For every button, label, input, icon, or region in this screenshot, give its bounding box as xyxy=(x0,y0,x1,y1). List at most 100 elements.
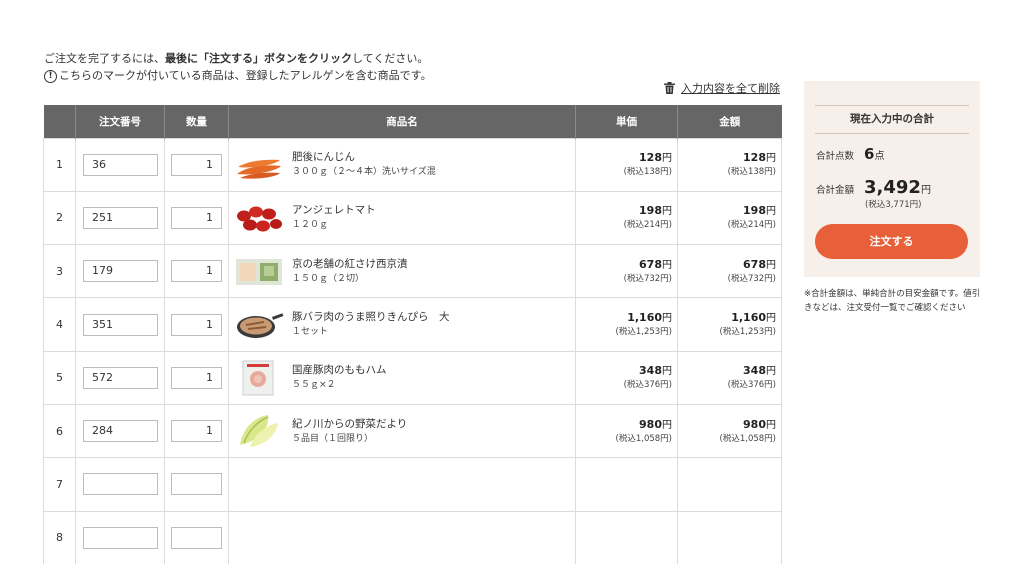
row-number: 2 xyxy=(43,190,76,246)
amount-cell-empty xyxy=(677,510,782,564)
unit-price: 1,160 xyxy=(627,311,662,325)
col-header-amount: 金額 xyxy=(677,105,782,138)
amount-tax: (税込376円) xyxy=(727,380,776,391)
row-number: 6 xyxy=(43,403,76,459)
order-code-input[interactable]: 179 xyxy=(83,260,158,283)
total-amount-tax: (税込3,771円) xyxy=(865,200,922,210)
unit-price-cell: 348円 (税込376円) xyxy=(575,350,678,405)
order-code-input[interactable]: 36 xyxy=(83,153,158,176)
unit-price-cell: 198円 (税込214円) xyxy=(575,190,678,246)
quantity-input[interactable] xyxy=(171,473,222,496)
unit-price-tax: (税込138円) xyxy=(623,167,672,178)
yen-label: 円 xyxy=(662,366,672,378)
order-code-input[interactable]: 251 xyxy=(83,206,158,229)
product-name: 肥後にんじん xyxy=(292,151,355,164)
unit-price-cell-empty xyxy=(575,510,678,564)
unit-price-cell: 1,160円 (税込1,253円) xyxy=(575,297,678,352)
amount-cell: 128円 (税込138円) xyxy=(677,137,782,192)
unit-price-tax: (税込1,058円) xyxy=(615,433,672,444)
product-cell: 国産豚肉のももハム ５５ｇ×２ xyxy=(229,358,575,398)
product-image-carrot xyxy=(234,145,284,185)
product-desc: ５品目（１回限り） xyxy=(292,433,374,444)
total-amount-unit: 円 xyxy=(920,185,931,196)
unit-price-tax: (税込732円) xyxy=(623,273,672,284)
unit-price: 980 xyxy=(639,417,662,431)
unit-price-tax: (税込376円) xyxy=(623,380,672,391)
order-code-input[interactable]: 284 xyxy=(83,420,158,443)
table-row: 6 284 1 紀ノ川からの野菜だより ５品目（１回限り） 980円 (税込1,05… xyxy=(43,403,782,459)
product-cell: 京の老舗の紅さけ西京漬 １５０ｇ（２切） xyxy=(229,251,575,291)
order-code-input[interactable] xyxy=(83,473,158,496)
amount-tax: (税込1,058円) xyxy=(719,433,776,444)
unit-price-cell: 128円 (税込138円) xyxy=(575,137,678,192)
amount-cell: 678円 (税込732円) xyxy=(677,244,782,299)
notice-line-1: ご注文を完了するには、最後に「注文する」ボタンをクリックしてください。 xyxy=(44,51,432,67)
total-count-label: 合計点数 xyxy=(816,151,855,162)
amount-cell: 198円 (税込214円) xyxy=(677,190,782,246)
unit-price: 348 xyxy=(639,364,662,378)
row-number: 4 xyxy=(43,297,76,352)
amount: 128 xyxy=(743,151,766,165)
row-number: 3 xyxy=(43,244,76,299)
quantity-input[interactable]: 1 xyxy=(171,206,222,229)
summary-title: 現在入力中の合計 xyxy=(815,105,969,134)
amount-cell: 980円 (税込1,058円) xyxy=(677,403,782,459)
quantity-input[interactable] xyxy=(171,526,222,549)
table-header-row: 注文番号 数量 商品名 単価 金額 xyxy=(43,105,782,138)
notice-emphasis: 最後に「注文する」ボタンをクリック xyxy=(165,52,352,65)
quantity-input[interactable]: 1 xyxy=(171,420,222,443)
table-row: 8 xyxy=(43,510,782,564)
product-cell: 紀ノ川からの野菜だより ５品目（１回限り） xyxy=(229,411,575,451)
yen-label: 円 xyxy=(662,313,672,325)
yen-label: 円 xyxy=(662,259,672,271)
order-code-input[interactable]: 351 xyxy=(83,313,158,336)
yen-label: 円 xyxy=(766,419,776,431)
table-row: 5 572 1 国産豚肉のももハム ５５ｇ×２ 348円 (税込376円) 348円… xyxy=(43,350,782,405)
unit-price: 678 xyxy=(639,257,662,271)
col-header-unit-price: 単価 xyxy=(575,105,678,138)
unit-price-cell: 980円 (税込1,058円) xyxy=(575,403,678,459)
amount-tax: (税込138円) xyxy=(727,167,776,178)
total-note: ※合計金額は、単純合計の目安金額です。値引きなどは、注文受付一覧でご確認ください xyxy=(804,289,981,313)
row-number: 7 xyxy=(43,457,76,512)
quantity-input[interactable]: 1 xyxy=(171,366,222,389)
amount: 348 xyxy=(743,364,766,378)
product-name: 京の老舗の紅さけ西京漬 xyxy=(292,257,408,270)
summary-panel: 現在入力中の合計 合計点数 6 点 合計金額 3,492 円 (税込3,771円… xyxy=(804,81,980,277)
yen-label: 円 xyxy=(766,206,776,218)
product-image-ham xyxy=(234,358,284,398)
table-row: 4 351 1 豚バラ肉のうま照りきんぴら 大 １セット 1,160円 (税込1,2… xyxy=(43,297,782,352)
product-image-vegetables xyxy=(234,411,284,451)
notice-text-end: してください。 xyxy=(352,52,429,65)
amount-tax: (税込214円) xyxy=(727,220,776,231)
yen-label: 円 xyxy=(662,419,672,431)
product-name: 紀ノ川からの野菜だより xyxy=(292,417,408,430)
unit-price-tax: (税込214円) xyxy=(623,220,672,231)
notice-line-2: ! こちらのマークが付いている商品は、登録したアレルゲンを含む商品です。 xyxy=(44,68,432,84)
product-image-salmon xyxy=(234,251,284,291)
quantity-input[interactable]: 1 xyxy=(171,260,222,283)
unit-price-tax: (税込1,253円) xyxy=(615,327,672,338)
amount: 198 xyxy=(743,204,766,218)
product-desc: １５０ｇ（２切） xyxy=(292,273,365,284)
order-code-input[interactable]: 572 xyxy=(83,366,158,389)
allergen-icon: ! xyxy=(44,69,57,83)
clear-all-button[interactable]: 入力内容を全て削除 xyxy=(664,80,780,96)
total-amount-row: 合計金額 3,492 円 xyxy=(816,177,931,198)
place-order-button[interactable]: 注文する xyxy=(815,224,968,259)
product-image-kinpira xyxy=(234,305,284,345)
quantity-input[interactable]: 1 xyxy=(171,153,222,176)
table-row: 1 36 1 肥後にんじん ３００ｇ（２～４本）洗いサイズ混 128円 (税込138… xyxy=(43,137,782,192)
yen-label: 円 xyxy=(766,259,776,271)
quantity-input[interactable]: 1 xyxy=(171,313,222,336)
product-cell: アンジェレトマト １２０ｇ xyxy=(229,198,575,238)
yen-label: 円 xyxy=(662,206,672,218)
unit-price: 128 xyxy=(639,151,662,165)
table-row: 3 179 1 京の老舗の紅さけ西京漬 １５０ｇ（２切） 678円 (税込732円)… xyxy=(43,244,782,299)
order-code-input[interactable] xyxy=(83,526,158,549)
order-table: 注文番号 数量 商品名 単価 金額 1 36 1 肥後にんじん ３００ｇ（２～４本… xyxy=(43,105,782,564)
amount-tax: (税込732円) xyxy=(727,273,776,284)
product-desc: １セット xyxy=(292,327,329,338)
product-name: アンジェレトマト xyxy=(292,204,376,217)
amount-cell: 348円 (税込376円) xyxy=(677,350,782,405)
